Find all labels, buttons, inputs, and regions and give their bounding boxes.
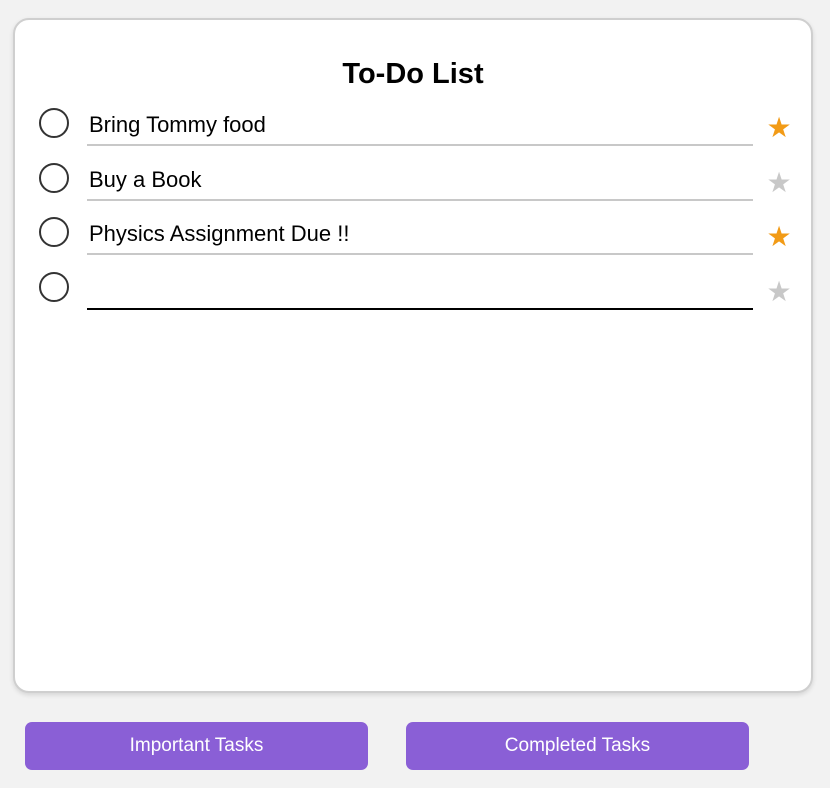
task-checkbox-icon[interactable] xyxy=(39,271,69,302)
star-icon[interactable]: ★ xyxy=(764,274,794,310)
task-row: ★ xyxy=(39,160,799,216)
important-tasks-button[interactable]: Important Tasks xyxy=(25,722,368,770)
star-icon[interactable]: ★ xyxy=(764,219,794,255)
new-task-input[interactable] xyxy=(87,269,753,310)
task-checkbox-icon[interactable] xyxy=(39,108,69,138)
star-icon[interactable]: ★ xyxy=(764,110,794,146)
task-row: ★ xyxy=(39,269,799,325)
star-icon[interactable]: ★ xyxy=(764,165,794,201)
task-checkbox-icon[interactable] xyxy=(39,162,69,193)
task-row: ★ xyxy=(39,215,799,270)
task-input[interactable] xyxy=(87,215,753,255)
task-input[interactable] xyxy=(87,106,753,146)
task-input[interactable] xyxy=(87,160,753,201)
completed-tasks-button[interactable]: Completed Tasks xyxy=(406,722,749,770)
task-checkbox-icon[interactable] xyxy=(39,217,69,247)
page-title: To-Do List xyxy=(342,58,484,90)
task-row: ★ xyxy=(39,106,799,161)
task-list: ★ ★ ★ ★ xyxy=(39,106,799,324)
todo-card: To-Do List ★ ★ ★ ★ xyxy=(13,18,813,693)
